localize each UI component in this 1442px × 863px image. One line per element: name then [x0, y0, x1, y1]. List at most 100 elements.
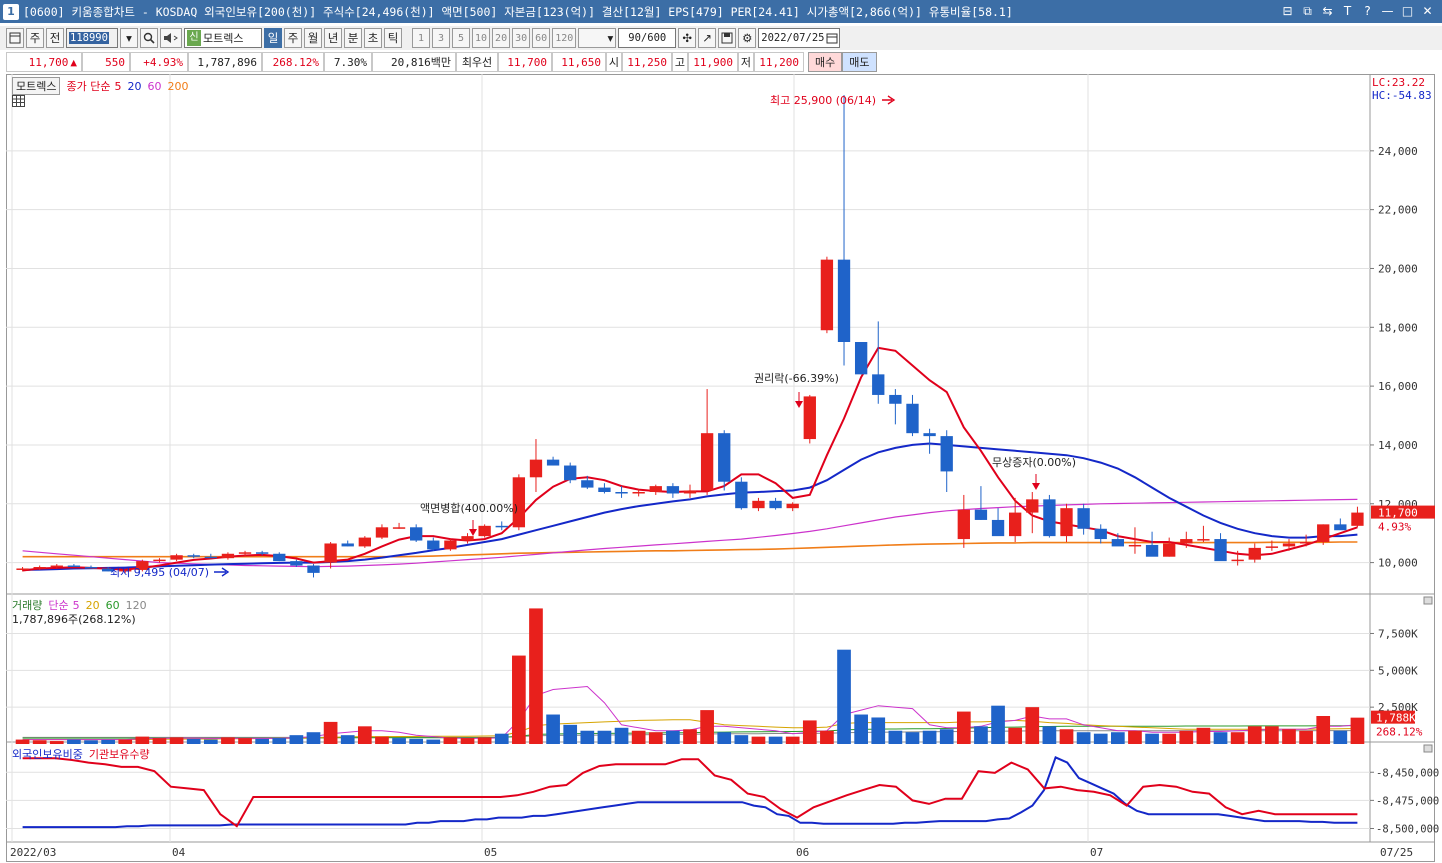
candle-body — [84, 567, 98, 569]
volume-bar — [1316, 716, 1331, 744]
layout-icon[interactable]: ⊟ — [1279, 3, 1296, 19]
legend-ma60: 60 — [147, 79, 162, 93]
unit-1[interactable]: 1 — [412, 28, 430, 48]
help-icon[interactable]: ? — [1359, 3, 1376, 19]
volume-bar — [1145, 733, 1159, 744]
sound-button[interactable] — [160, 28, 182, 48]
candle-body — [718, 433, 731, 482]
candle-body — [1094, 528, 1107, 540]
volume-bar — [1230, 732, 1245, 744]
event-arrow — [469, 529, 477, 536]
interval-second[interactable]: 초 — [364, 28, 382, 48]
save-button[interactable] — [718, 28, 737, 48]
volume-bar — [1111, 732, 1125, 744]
open-price: 11,250 — [622, 52, 672, 72]
holding-legend-institution[interactable]: 기관보유수량 — [89, 746, 150, 762]
change-percent: +4.93% — [130, 52, 188, 72]
candle-body — [153, 559, 166, 562]
calendar-icon[interactable] — [826, 32, 838, 44]
candle-body — [392, 527, 406, 529]
candle-body — [1248, 547, 1261, 560]
save-icon — [721, 32, 733, 44]
candle-body — [786, 503, 799, 509]
minimize-icon[interactable]: — — [1379, 3, 1396, 19]
unit-120[interactable]: 120 — [552, 28, 577, 48]
volume-legend-value: 1,787,896주(268.12%) — [12, 613, 136, 626]
low-arrow — [214, 567, 230, 577]
price-legend-name[interactable]: 모트렉스 — [12, 77, 61, 95]
trade-amount: 20,816백만 — [372, 52, 456, 72]
split-annotation: 액면병합(400.00%) — [420, 502, 518, 515]
maximize-icon[interactable]: □ — [1399, 3, 1416, 19]
market-select-all[interactable]: 전 — [46, 28, 64, 48]
data-count-input[interactable]: 90/600 — [618, 28, 677, 48]
volume-bar — [683, 729, 697, 744]
candle-body — [187, 555, 200, 557]
candle-body — [307, 565, 320, 573]
date-input[interactable]: 2022/07/25 — [758, 28, 841, 48]
unit-custom-select[interactable]: ▾ — [578, 28, 617, 48]
pane-toggle — [1423, 596, 1433, 605]
stock-name-field[interactable]: 신 모트렉스 — [184, 28, 262, 48]
candle-body — [170, 555, 183, 560]
volume-bar — [1213, 732, 1228, 744]
indicator-button[interactable]: ↗ — [698, 28, 717, 48]
candle-body — [769, 500, 782, 509]
last-volume-pct: 268.12% — [1376, 726, 1423, 739]
settings-button[interactable]: ⚙ — [738, 28, 757, 48]
tile-icon[interactable]: ⧉ — [1299, 3, 1316, 19]
link-icon[interactable]: ⇆ — [1319, 3, 1336, 19]
candle-body — [923, 433, 936, 437]
legend-ma20: 20 — [127, 79, 142, 93]
holding-legend-foreign[interactable]: 외국인보유비중 — [12, 746, 83, 762]
volume-bar — [1350, 717, 1365, 744]
candle-body — [803, 396, 816, 440]
search-button[interactable] — [140, 28, 158, 48]
candle-body — [375, 527, 389, 538]
legend-vol-ma20: 20 — [85, 598, 100, 612]
candle-body — [273, 553, 286, 562]
volume-bar — [135, 736, 150, 744]
candle-body — [238, 552, 252, 554]
price-moving-averages — [22, 346, 1358, 572]
candle-body — [529, 459, 543, 478]
interval-year[interactable]: 년 — [324, 28, 342, 48]
interval-week[interactable]: 주 — [284, 28, 302, 48]
volume-bar — [1059, 729, 1074, 744]
candle-body — [1128, 544, 1142, 547]
interval-tick[interactable]: 틱 — [384, 28, 402, 48]
close-icon[interactable]: ✕ — [1419, 3, 1436, 19]
candle-body — [50, 565, 63, 568]
legend-vol-ma5: 5 — [72, 598, 80, 612]
volume-bar — [186, 738, 201, 744]
unit-3[interactable]: 3 — [432, 28, 450, 48]
candle-body — [324, 543, 337, 563]
high-arrow — [882, 95, 896, 105]
candle-body — [255, 552, 269, 554]
buy-button[interactable]: 매수 — [808, 52, 843, 72]
interval-day[interactable]: 일 — [264, 28, 282, 48]
unit-5[interactable]: 5 — [452, 28, 470, 48]
text-icon[interactable]: T — [1339, 3, 1356, 19]
chart-menu-button[interactable] — [6, 28, 24, 48]
speaker-icon — [164, 33, 178, 43]
unit-60[interactable]: 60 — [532, 28, 551, 48]
price-legend-ma-label: 종가 단순 — [66, 80, 111, 93]
interval-month[interactable]: 월 — [304, 28, 322, 48]
unit-30[interactable]: 30 — [512, 28, 531, 48]
volume-bar — [991, 705, 1005, 744]
chart-canvas[interactable]: 2022/03 04 05 06 07 07/25 24,000 22,000 20,000 18… — [6, 74, 1442, 863]
period-select-week[interactable]: 주 — [26, 28, 44, 48]
stock-code-input[interactable]: 118990 — [66, 28, 118, 48]
code-dropdown-button[interactable]: ▾ — [120, 28, 138, 48]
crosshair-button[interactable]: ✣ — [678, 28, 697, 48]
volume-bar — [32, 740, 47, 744]
unit-20[interactable]: 20 — [492, 28, 511, 48]
interval-minute[interactable]: 분 — [344, 28, 362, 48]
candle-body — [1026, 499, 1039, 513]
volume-bar — [888, 730, 903, 744]
chart-area[interactable]: 2022/03 04 05 06 07 07/25 24,000 22,000 20,000 18… — [6, 74, 1442, 863]
volume-bar — [169, 737, 184, 744]
unit-10[interactable]: 10 — [472, 28, 491, 48]
sell-button[interactable]: 매도 — [842, 52, 877, 72]
